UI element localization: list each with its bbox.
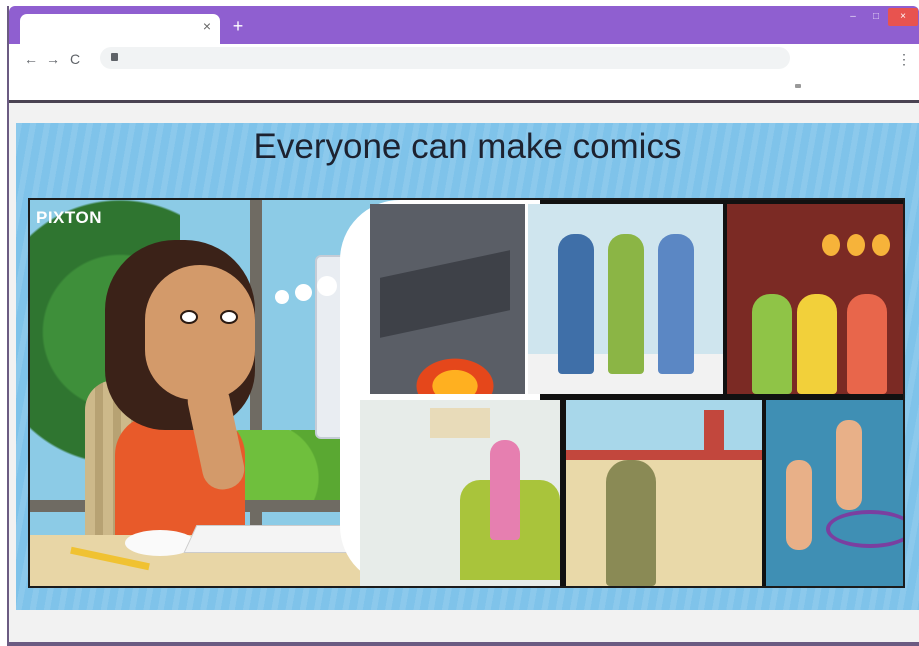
comic-panel-walking-kids [528,204,723,394]
thought-bubble-dot [295,284,312,301]
rock-illustration [380,250,510,338]
character-figure [797,294,837,394]
character-figure [606,460,656,586]
close-window-icon[interactable]: × [888,8,918,26]
lantern-illustration [847,234,865,256]
character-figure [558,234,594,374]
character-figure [847,294,887,394]
maximize-icon[interactable]: □ [869,10,883,24]
new-tab-icon[interactable]: + [229,16,247,36]
lock-icon[interactable] [111,53,118,61]
comic-panel-living-room [360,400,560,586]
bookmark-icon[interactable] [795,84,801,88]
girl-eye [180,310,198,324]
tab-close-icon[interactable]: × [199,16,215,36]
thought-bubble-dot [317,276,337,296]
bookmarks-bar [9,74,919,100]
forward-arrow-icon[interactable]: → [44,49,62,69]
reload-icon[interactable]: C [66,49,84,69]
character-figure [490,440,520,540]
comic-panel-fire [370,204,525,394]
girl-eye [220,310,238,324]
lantern-illustration [872,234,890,256]
lantern-illustration [822,234,840,256]
character-figure [658,234,694,374]
lamp-illustration [430,408,490,438]
girl-face [145,265,255,400]
thought-bubble-dot [275,290,289,304]
minimize-icon[interactable]: – [846,10,860,24]
back-arrow-icon[interactable]: ← [22,49,40,69]
comic-panel-soldier [566,400,762,586]
fire-illustration [410,354,500,394]
building-illustration [566,460,762,586]
slide-headline: Everyone can make comics [253,127,682,166]
tentacle-illustration [826,510,903,548]
kebab-menu-icon[interactable]: ⋮ [896,49,912,69]
browser-tab[interactable] [20,14,220,44]
comic-illustration: PIXTON [28,198,905,588]
character-figure [608,234,644,374]
pixton-logo: PIXTON [36,208,102,227]
address-bar[interactable] [100,47,790,69]
comic-panel-underwater [766,400,903,586]
character-figure [786,460,812,550]
page-bottom-area [9,610,919,646]
character-figure [752,294,792,394]
character-figure [836,420,862,510]
window-bottom-border [9,642,919,646]
comic-panel-lanterns [727,204,903,394]
